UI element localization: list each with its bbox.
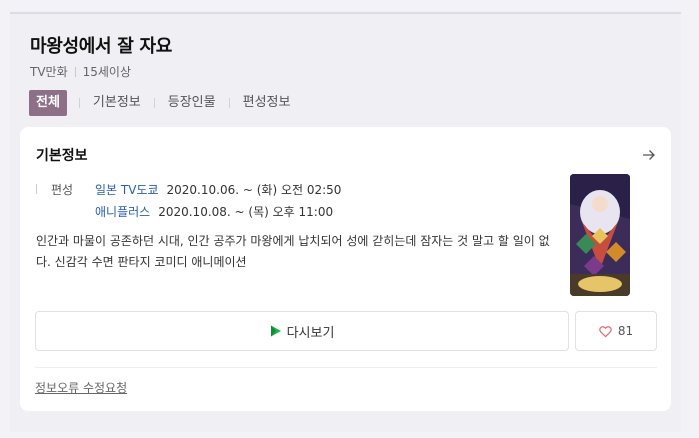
page-title: 마왕성에서 잘 자요 — [30, 36, 173, 57]
schedule-time: 2020.10.08. ~ (목) 오후 11:00 — [158, 204, 334, 219]
basic-info-card: 기본정보 편성 일본 TV도쿄 2020.10.06. ~ (화) 오전 02:… — [20, 127, 671, 411]
synopsis: 인간과 마물이 공존하던 시대, 인간 공주가 마왕에게 납치되어 성에 갇히는… — [36, 234, 550, 269]
broadcast-schedule: 편성 일본 TV도쿄 2020.10.06. ~ (화) 오전 02:50 애니… — [36, 178, 341, 222]
like-button[interactable]: 81 — [575, 311, 657, 351]
like-count: 81 — [617, 324, 634, 338]
poster-image[interactable] — [570, 174, 630, 296]
tab-basic-info[interactable]: 기본정보 — [89, 90, 145, 116]
tab-all[interactable]: 전체 — [29, 90, 67, 116]
arrow-right-icon[interactable] — [641, 147, 657, 163]
tab-characters[interactable]: 등장인물 — [164, 90, 220, 116]
rating-label: 15세이상 — [82, 65, 132, 79]
tab-divider — [78, 98, 80, 108]
tab-divider — [153, 98, 155, 108]
tab-divider — [228, 98, 230, 108]
meta-info: TV만화 15세이상 — [30, 63, 131, 80]
category-label: TV만화 — [30, 65, 68, 79]
rewatch-label: 다시보기 — [286, 325, 335, 341]
tab-schedule[interactable]: 편성정보 — [239, 90, 295, 116]
channel-link[interactable]: 애니플러스 — [95, 203, 150, 220]
divider — [35, 367, 657, 368]
card-title[interactable]: 기본정보 — [36, 145, 88, 165]
channel-link[interactable]: 일본 TV도쿄 — [95, 181, 159, 198]
schedule-time: 2020.10.06. ~ (화) 오전 02:50 — [166, 182, 342, 197]
meta-divider — [74, 66, 76, 77]
schedule-bar — [36, 184, 37, 194]
schedule-row: 애니플러스 2020.10.08. ~ (목) 오후 11:00 — [36, 200, 341, 222]
content-panel: 마왕성에서 잘 자요 TV만화 15세이상 전체 기본정보 등장인물 편성정보 … — [10, 12, 681, 432]
schedule-row: 편성 일본 TV도쿄 2020.10.06. ~ (화) 오전 02:50 — [36, 178, 341, 200]
tab-bar: 전체 기본정보 등장인물 편성정보 — [29, 90, 294, 116]
report-error-link[interactable]: 정보오류 수정요청 — [35, 379, 127, 396]
rewatch-button[interactable]: 다시보기 — [35, 311, 569, 351]
play-icon — [270, 325, 281, 337]
schedule-label: 편성 — [51, 182, 74, 197]
heart-icon — [599, 325, 612, 337]
